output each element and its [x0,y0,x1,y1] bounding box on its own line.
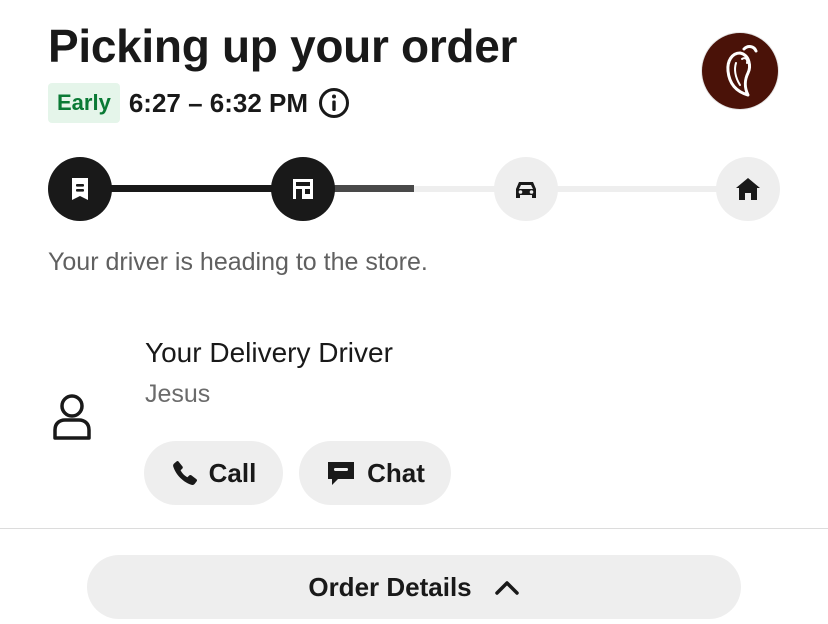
car-icon [516,182,536,198]
eta-time-window: 6:27 – 6:32 PM [128,87,309,118]
chat-bubble-icon [328,462,355,485]
chat-driver-button[interactable]: Chat [299,441,451,505]
delivery-status-text: Your driver is heading to the store. [48,248,428,276]
store-icon [293,179,313,199]
step-on-the-way [494,157,558,221]
call-driver-button[interactable]: Call [144,441,283,505]
person-icon [53,394,91,440]
footer-divider [0,528,828,529]
merchant-logo[interactable] [702,33,778,109]
phone-icon [172,461,197,485]
receipt-icon [72,178,88,200]
chat-button-label: Chat [367,457,425,488]
step-delivered [716,157,780,221]
order-details-button[interactable]: Order Details [87,555,741,619]
early-badge: Early [48,83,120,123]
chili-pepper-logo-icon [726,45,758,97]
home-icon [736,178,760,200]
step-store [271,157,335,221]
chevron-up-icon [494,581,519,595]
eta-row: Early 6:27 – 6:32 PM [48,83,350,123]
driver-name: Jesus [145,380,211,408]
driver-section-title: Your Delivery Driver [145,337,393,368]
info-icon[interactable] [318,87,350,119]
page-title: Picking up your order [48,20,518,72]
progress-track-complete [80,185,302,192]
order-tracking-screen: Picking up your order Early 6:27 – 6:32 … [0,0,828,624]
step-order-placed [48,157,112,221]
order-details-label: Order Details [308,571,472,602]
call-button-label: Call [208,457,257,488]
